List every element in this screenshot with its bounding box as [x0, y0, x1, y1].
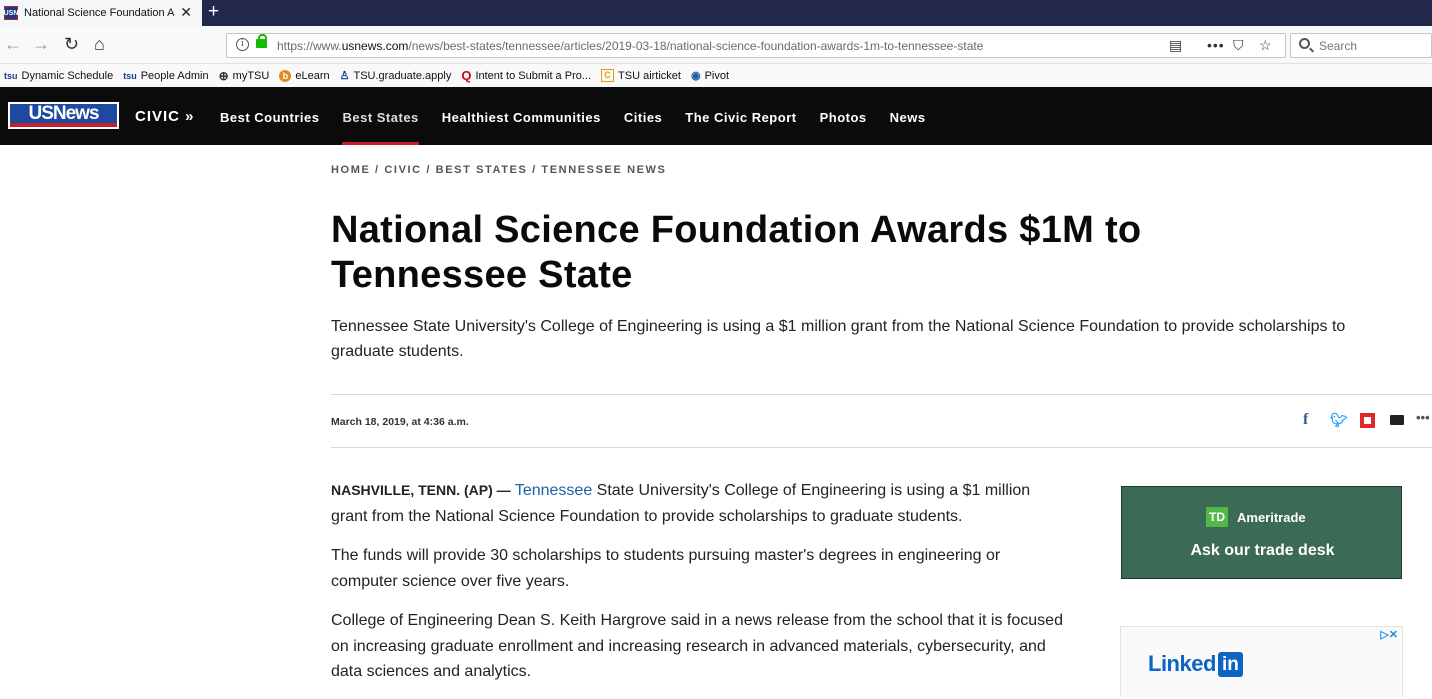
person-icon: ♙: [339, 70, 350, 82]
email-share-icon[interactable]: [1390, 415, 1404, 425]
linkedin-logo: Linked in: [1148, 651, 1243, 677]
search-icon: [1299, 38, 1310, 49]
home-icon[interactable]: ⌂: [94, 33, 105, 55]
pivot-icon: ◉: [690, 70, 701, 82]
bookmark-star-icon[interactable]: ☆: [1259, 37, 1272, 54]
article-body: NASHVILLE, TENN. (AP) — Tennessee State …: [331, 478, 1071, 699]
bookmark-mytsu[interactable]: ⊕ myTSU: [219, 69, 270, 83]
tsu-icon: tsu: [123, 70, 137, 81]
bookmark-intent-to-submit[interactable]: Q Intent to Submit a Pro...: [461, 68, 591, 83]
linkedin-ad[interactable]: ▷✕ Linked in: [1120, 626, 1403, 697]
nav-best-states[interactable]: Best States: [342, 87, 420, 145]
c-icon: C: [601, 69, 615, 82]
td-ad-text: Ask our trade desk: [1190, 542, 1335, 559]
civic-section-link[interactable]: CIVIC »: [135, 108, 195, 125]
new-tab-icon[interactable]: +: [208, 1, 219, 23]
bookmark-people-admin[interactable]: tsu People Admin: [123, 70, 208, 82]
main-nav: Best Countries Best States Healthiest Co…: [220, 87, 949, 145]
td-ameritrade-ad[interactable]: TD Ameritrade Ask our trade desk: [1121, 486, 1402, 579]
search-placeholder: Search: [1319, 39, 1358, 53]
divider: [331, 447, 1432, 448]
nav-news[interactable]: News: [890, 87, 926, 145]
back-arrow-icon[interactable]: ←: [4, 33, 22, 55]
page-actions-icon[interactable]: •••: [1207, 37, 1225, 53]
elearn-icon: b: [279, 69, 292, 82]
nav-best-countries[interactable]: Best Countries: [220, 87, 319, 145]
linkedin-in-badge: in: [1217, 651, 1243, 677]
td-logo: TD Ameritrade: [1206, 507, 1306, 527]
tennessee-link[interactable]: Tennessee: [515, 482, 592, 499]
tsu-icon: tsu: [4, 70, 18, 81]
browser-toolbar: ← → ↻ ⌂ i https://www.usnews.com/news/be…: [0, 26, 1432, 64]
divider: [331, 394, 1432, 395]
td-badge: TD: [1206, 507, 1228, 527]
publish-date: March 18, 2019, at 4:36 a.m.: [331, 416, 469, 428]
nav-photos[interactable]: Photos: [820, 87, 867, 145]
forward-arrow-icon[interactable]: →: [32, 33, 50, 55]
browser-tab[interactable]: USN National Science Foundation A ✕: [0, 0, 202, 26]
reload-icon[interactable]: ↻: [64, 33, 79, 55]
lock-icon: [256, 34, 267, 48]
adchoices-icon[interactable]: ▷✕: [1380, 628, 1398, 641]
logo-stripe: [10, 123, 117, 127]
usnews-favicon-icon: USN: [4, 6, 18, 20]
nav-civic-report[interactable]: The Civic Report: [685, 87, 796, 145]
address-bar[interactable]: i https://www.usnews.com/news/best-state…: [226, 33, 1286, 58]
paragraph: The funds will provide 30 scholarships t…: [331, 547, 1001, 590]
flipboard-share-icon[interactable]: [1360, 413, 1375, 428]
article-dek: Tennessee State University's College of …: [331, 318, 1346, 360]
paragraph: College of Engineering Dean S. Keith Har…: [331, 612, 1063, 680]
q-icon: Q: [461, 68, 472, 83]
browser-tab-bar: USN National Science Foundation A ✕ +: [0, 0, 1432, 26]
nav-cities[interactable]: Cities: [624, 87, 662, 145]
globe-icon: ⊕: [218, 68, 229, 83]
bookmark-tsu-airticket[interactable]: C TSU airticket: [601, 69, 681, 82]
bookmark-pivot[interactable]: ◉ Pivot: [690, 69, 729, 83]
bookmarks-bar: tsu Dynamic Schedule tsu People Admin ⊕ myT…: [0, 64, 1432, 87]
paragraph: NASHVILLE, TENN. (AP) — Tennessee State …: [331, 482, 1031, 525]
close-tab-icon[interactable]: ✕: [180, 4, 192, 21]
reader-view-icon[interactable]: ▤: [1169, 37, 1182, 54]
facebook-share-icon[interactable]: f: [1303, 412, 1308, 428]
twitter-share-icon[interactable]: 🐦︎: [1330, 412, 1348, 428]
search-box[interactable]: Search: [1290, 33, 1432, 58]
usnews-logo[interactable]: USNews: [8, 102, 119, 129]
bookmark-dynamic-schedule[interactable]: tsu Dynamic Schedule: [4, 70, 113, 82]
site-info-icon[interactable]: i: [236, 38, 249, 51]
td-name: Ameritrade: [1237, 509, 1306, 525]
tab-title: National Science Foundation A: [24, 7, 174, 19]
breadcrumb[interactable]: HOME / CIVIC / BEST STATES / TENNESSEE N…: [331, 164, 666, 176]
bookmark-elearn[interactable]: b eLearn: [279, 69, 330, 82]
dateline: NASHVILLE, TENN. (AP) —: [331, 482, 511, 498]
logo-text: USNews: [10, 104, 117, 123]
url-text[interactable]: https://www.usnews.com/news/best-states/…: [277, 39, 983, 53]
more-share-icon[interactable]: •••: [1416, 410, 1430, 426]
article-headline: National Science Foundation Awards $1M t…: [331, 209, 1142, 296]
nav-healthiest-communities[interactable]: Healthiest Communities: [442, 87, 601, 145]
linkedin-wordmark: Linked: [1148, 651, 1216, 676]
site-header: USNews CIVIC » Best Countries Best State…: [0, 87, 1432, 145]
bookmark-tsu-graduate-apply[interactable]: ♙ TSU.graduate.apply: [339, 69, 452, 83]
pocket-icon[interactable]: ⛉: [1233, 37, 1244, 54]
